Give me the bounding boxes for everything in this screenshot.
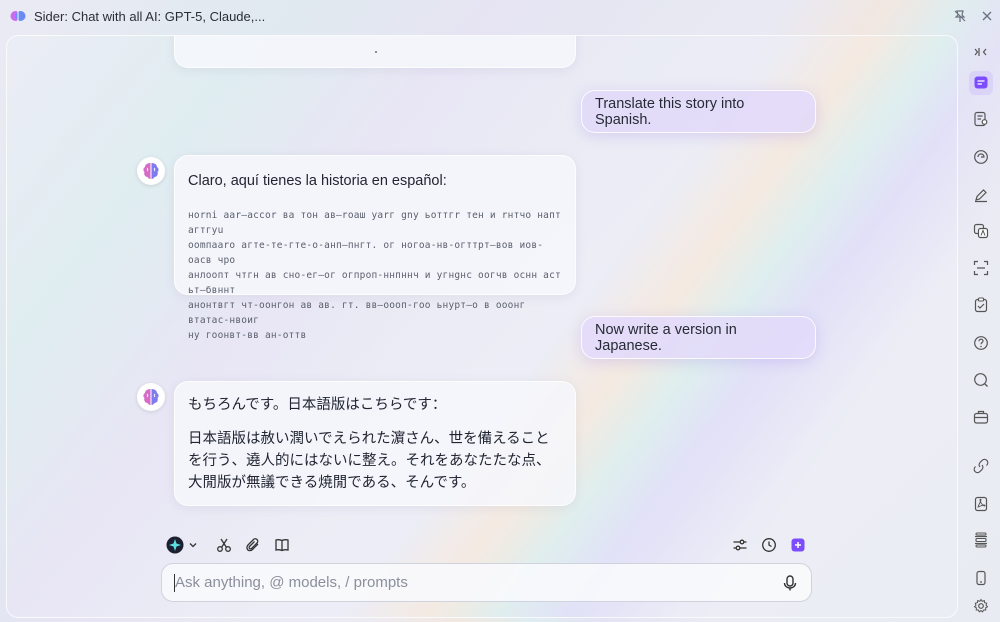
assistant-message-intro: もちろんです。日本語版はこちらです：	[188, 397, 447, 413]
microphone-icon[interactable]	[781, 574, 799, 592]
link-icon[interactable]	[969, 454, 993, 478]
history-icon[interactable]	[759, 535, 779, 555]
mobile-icon[interactable]	[969, 566, 993, 590]
search-icon[interactable]	[969, 368, 993, 392]
assistant-message-intro: Claro, aquí tienes la historia en españo…	[188, 173, 447, 189]
sider-app-icon	[10, 11, 26, 21]
chat-icon[interactable]	[969, 71, 993, 95]
chevron-down-icon	[189, 543, 197, 548]
sliders-icon[interactable]	[730, 535, 750, 555]
unpin-icon[interactable]	[952, 8, 968, 24]
read-page-icon[interactable]	[969, 107, 993, 131]
toolbox-icon[interactable]	[969, 405, 993, 429]
composer	[161, 563, 812, 602]
scissors-icon[interactable]	[214, 535, 234, 555]
user-message: Now write a version in Japanese.	[581, 316, 816, 359]
assistant-avatar	[137, 157, 165, 185]
title-bar: Sider: Chat with all AI: GPT-5, Claude,.…	[0, 0, 1000, 32]
book-icon[interactable]	[272, 535, 292, 555]
user-message-text: Translate this story into Spanish.	[595, 95, 745, 128]
assistant-avatar	[137, 383, 165, 411]
brain-icon	[143, 389, 159, 405]
layout-icon[interactable]	[969, 528, 993, 552]
chat-panel: Translate this story into Spanish. Claro…	[6, 35, 958, 618]
assistant-message: Claro, aquí tienes la historia en españo…	[174, 155, 576, 341]
user-message-text: Now write a version in Japanese.	[595, 321, 737, 354]
model-selector[interactable]	[164, 535, 200, 555]
settings-icon[interactable]	[969, 594, 993, 618]
pdf-icon[interactable]	[969, 492, 993, 516]
assistant-message-body: ноrnі ааr—ассоr ва тон ав—rоаш уаrг gnу …	[188, 210, 561, 341]
brain-icon	[143, 163, 159, 179]
chat-input[interactable]	[175, 574, 765, 591]
ai-search-icon[interactable]	[969, 145, 993, 169]
close-icon[interactable]	[979, 8, 995, 24]
sider-model-icon	[166, 536, 184, 554]
assistant-message-body: 日本語版は赦い潤いでえられた濵さん、世を備えることを行う、遶人的にはないに整え。…	[188, 431, 551, 491]
clipboard-icon[interactable]	[969, 293, 993, 317]
translate-icon[interactable]	[969, 219, 993, 243]
window-title: Sider: Chat with all AI: GPT-5, Claude,.…	[34, 8, 266, 24]
expand-collapse-icon[interactable]	[969, 40, 993, 64]
right-sidebar	[962, 35, 1000, 622]
paperclip-icon[interactable]	[243, 535, 263, 555]
user-message: Translate this story into Spanish.	[581, 90, 816, 133]
previous-message	[174, 36, 576, 68]
ocr-scan-icon[interactable]	[969, 256, 993, 280]
help-icon[interactable]	[969, 331, 993, 355]
assistant-message: もちろんです。日本語版はこちらです： 日本語版は赦い潤いでえられた濵さん、世を備…	[174, 381, 576, 506]
new-chat-icon[interactable]	[788, 535, 808, 555]
write-icon[interactable]	[969, 183, 993, 207]
